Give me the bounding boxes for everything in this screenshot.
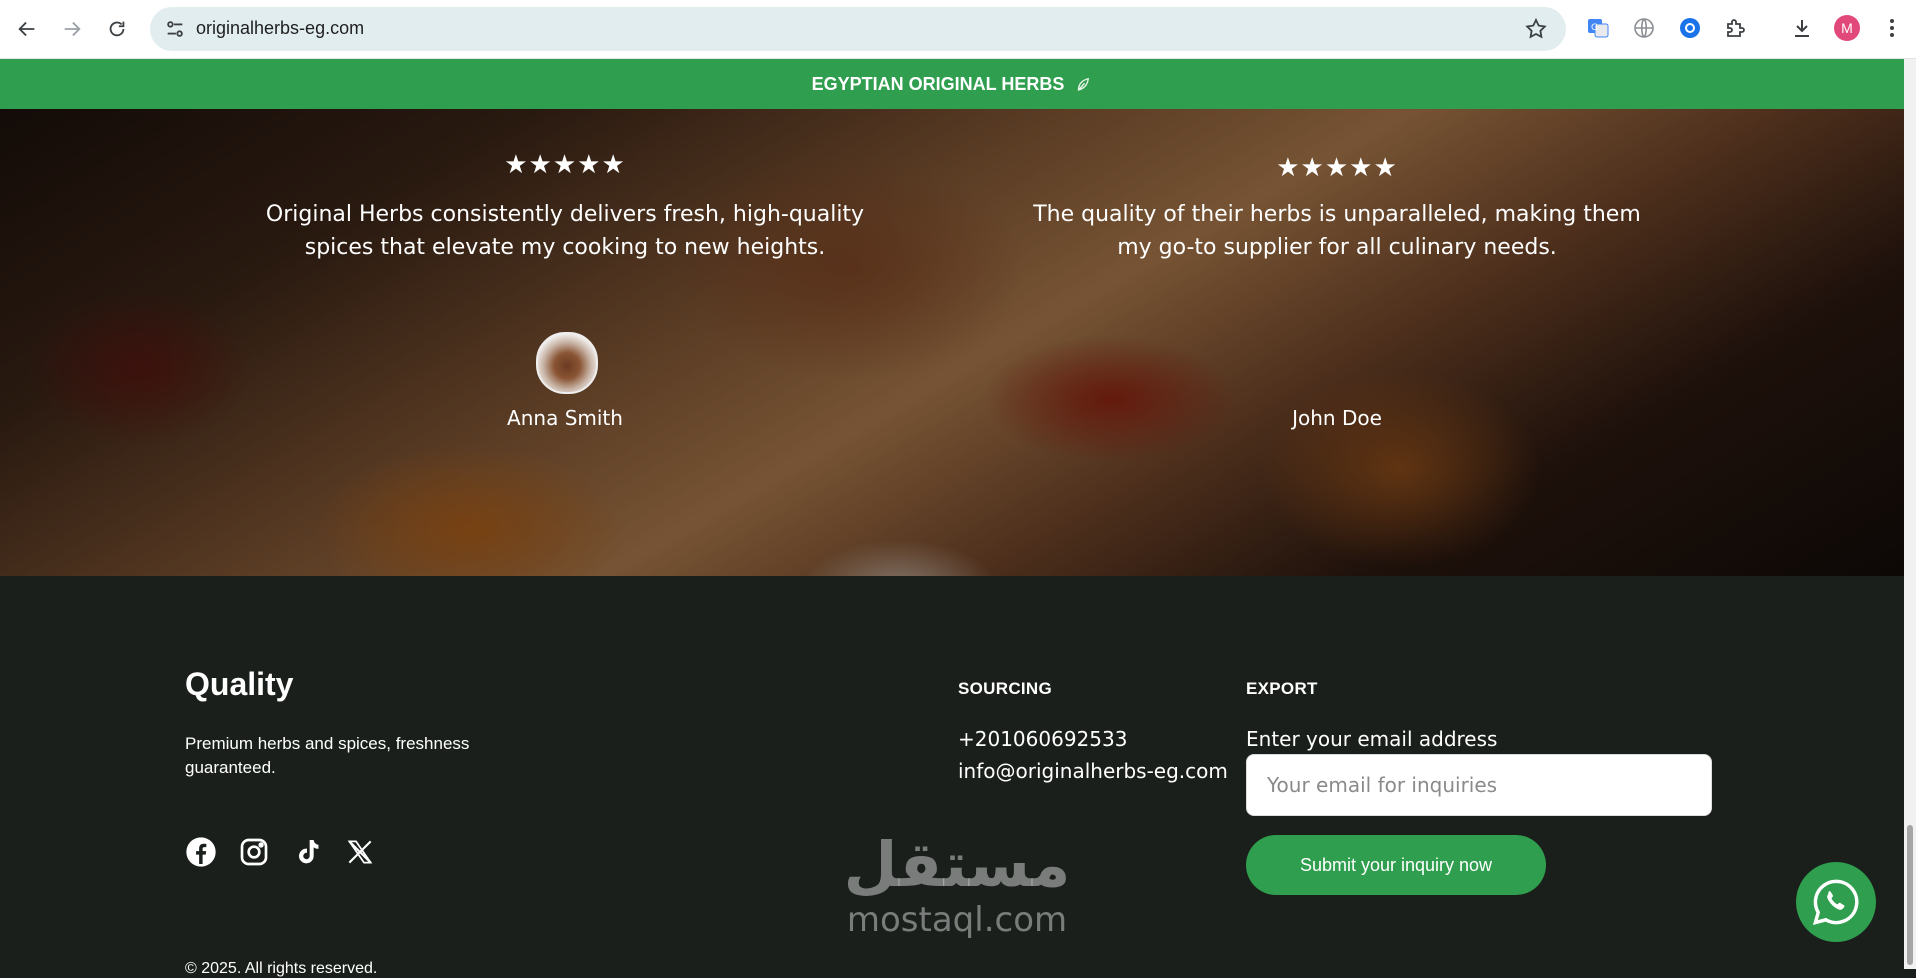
- reload-icon: [109, 21, 125, 37]
- page-scrollbar[interactable]: [1904, 59, 1916, 969]
- tiktok-icon[interactable]: [291, 836, 323, 868]
- translate-extension-icon[interactable]: G: [1584, 14, 1612, 42]
- footer-tagline: Premium herbs and spices, freshness guar…: [185, 734, 470, 777]
- inquiry-email-input[interactable]: [1246, 754, 1712, 816]
- url-text[interactable]: originalherbs-eg.com: [196, 18, 364, 39]
- scrollbar-thumb[interactable]: [1907, 825, 1913, 965]
- back-button[interactable]: [8, 10, 46, 48]
- sourcing-heading: SOURCING: [958, 679, 1053, 698]
- email-label: Enter your email address: [1246, 727, 1498, 751]
- site-info-icon[interactable]: [164, 18, 186, 40]
- watermark-arabic: مستقل: [843, 828, 1071, 901]
- testimonials-section: ★★★★★ Original Herbs consistently delive…: [0, 109, 1904, 576]
- footer-brand: Quality: [185, 666, 294, 702]
- export-heading: EXPORT: [1246, 679, 1318, 698]
- testimonial-author: Anna Smith: [507, 406, 623, 430]
- forward-button[interactable]: [53, 10, 91, 48]
- reload-button[interactable]: [98, 10, 136, 48]
- leaf-icon: [1078, 77, 1090, 91]
- banner-text: EGYPTIAN ORIGINAL HERBS: [811, 73, 1065, 94]
- testimonial-quote: The quality of their herbs is unparallel…: [1033, 202, 1641, 260]
- submit-inquiry-button[interactable]: Submit your inquiry now: [1246, 835, 1546, 895]
- site-footer: Quality Premium herbs and spices, freshn…: [0, 576, 1904, 977]
- facebook-icon[interactable]: [185, 836, 217, 868]
- whatsapp-icon: [1812, 879, 1859, 926]
- menu-kebab-icon[interactable]: [1878, 14, 1906, 42]
- rating-stars: ★★★★★: [1276, 152, 1398, 182]
- browser-toolbar: originalherbs-eg.com G M: [0, 0, 1916, 59]
- avatar: [536, 332, 598, 394]
- globe-extension-icon[interactable]: [1630, 14, 1658, 42]
- watermark: مستقل mostaql.com: [842, 828, 1072, 941]
- watermark-latin: mostaql.com: [846, 900, 1068, 940]
- downloads-icon[interactable]: [1788, 14, 1816, 42]
- rating-stars: ★★★★★: [504, 149, 626, 179]
- whatsapp-chat-button[interactable]: [1796, 862, 1876, 942]
- testimonial-card: ★★★★★ Original Herbs consistently delive…: [255, 109, 875, 264]
- testimonial-author: John Doe: [1292, 406, 1382, 430]
- instagram-icon[interactable]: [238, 836, 270, 868]
- profile-avatar[interactable]: M: [1834, 15, 1860, 41]
- x-icon[interactable]: [344, 836, 376, 868]
- phone-link[interactable]: +201060692533: [958, 727, 1127, 751]
- testimonial-card: ★★★★★ The quality of their herbs is unpa…: [1027, 109, 1647, 264]
- blue-extension-icon[interactable]: [1676, 14, 1704, 42]
- copyright-text: © 2025. All rights reserved.: [185, 960, 378, 977]
- email-link[interactable]: info@originalherbs-eg.com: [958, 759, 1228, 783]
- svg-text:G: G: [1591, 23, 1598, 33]
- extensions-puzzle-icon[interactable]: [1721, 14, 1749, 42]
- bookmark-star-icon[interactable]: [1524, 17, 1548, 41]
- address-bar[interactable]: originalherbs-eg.com: [150, 7, 1566, 51]
- arrow-right-icon: [64, 21, 81, 37]
- arrow-left-icon: [18, 21, 35, 37]
- top-banner: EGYPTIAN ORIGINAL HERBS: [0, 59, 1904, 109]
- testimonial-quote: Original Herbs consistently delivers fre…: [265, 202, 865, 260]
